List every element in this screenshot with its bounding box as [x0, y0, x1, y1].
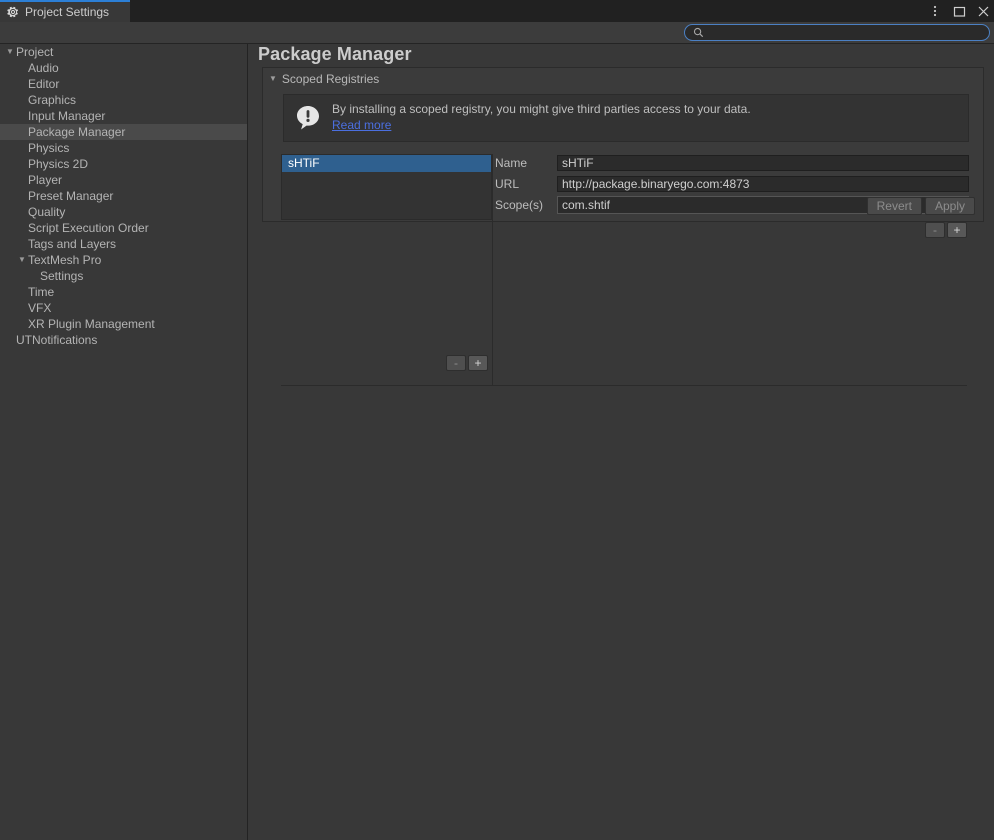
field-label-url: URL — [495, 177, 520, 191]
chevron-down-icon: ▼ — [269, 74, 277, 83]
scoped-registries-section: ▼ Scoped Registries By installing a scop… — [262, 67, 984, 386]
registry-url-input[interactable] — [557, 176, 969, 192]
sidebar-item-vfx[interactable]: VFX — [0, 300, 247, 316]
tab-label: Project Settings — [25, 5, 110, 19]
sidebar-item-preset-manager[interactable]: Preset Manager — [0, 188, 247, 204]
search-box[interactable] — [684, 24, 990, 41]
scoped-registry-warning: By installing a scoped registry, you mig… — [283, 94, 969, 142]
scope-remove-button[interactable]: - — [925, 222, 945, 238]
project-settings-window: Project Settings ▼ Project Audio Editor … — [0, 0, 994, 840]
field-row-url: URL — [495, 175, 969, 193]
registry-list-remove-button[interactable]: - — [446, 355, 466, 371]
registry-list-item[interactable]: sHTiF — [282, 155, 491, 172]
sidebar-item-physics[interactable]: Physics — [0, 140, 247, 156]
sidebar-item-label: Physics 2D — [28, 157, 89, 171]
settings-tree: ▼ Project Audio Editor Graphics Input Manager… — [0, 44, 247, 348]
sidebar-item-label: Settings — [40, 269, 84, 283]
window-tabbar: Project Settings — [0, 0, 994, 22]
sidebar-item-settings[interactable]: Settings — [0, 268, 247, 284]
sidebar-item-input-manager[interactable]: Input Manager — [0, 108, 247, 124]
sidebar-item-label: Project — [16, 45, 54, 59]
panel-divider — [492, 154, 493, 386]
chevron-down-icon[interactable]: ▼ — [4, 44, 16, 60]
registry-list[interactable]: sHTiF — [281, 154, 492, 220]
apply-button[interactable]: Apply — [924, 197, 975, 215]
warning-exclamation-icon — [294, 104, 322, 132]
sidebar-item-label: Package Manager — [28, 125, 126, 139]
sidebar-item-textmesh-pro[interactable]: ▼ TextMesh Pro — [0, 252, 247, 268]
sidebar-item-label: TextMesh Pro — [28, 253, 102, 267]
tab-project-settings[interactable]: Project Settings — [0, 0, 130, 22]
registry-scope-buttonbar: - + — [925, 222, 967, 238]
sidebar-item-package-manager[interactable]: Package Manager — [0, 124, 247, 140]
settings-sidebar[interactable]: ▼ Project Audio Editor Graphics Input Manager… — [0, 44, 248, 840]
search-icon — [693, 27, 704, 38]
panel-bottom-line — [281, 385, 967, 386]
registry-name-input[interactable] — [557, 155, 969, 171]
sidebar-item-script-execution-order[interactable]: Script Execution Order — [0, 220, 247, 236]
scoped-registries-label: Scoped Registries — [281, 72, 380, 86]
warning-text: By installing a scoped registry, you mig… — [332, 102, 751, 116]
sidebar-item-label: Physics — [28, 141, 70, 155]
page-title: Package Manager — [258, 44, 412, 64]
sidebar-item-label: Time — [28, 285, 55, 299]
sidebar-item-label: Editor — [28, 77, 60, 91]
sidebar-item-label: Script Execution Order — [28, 221, 149, 235]
gear-icon — [7, 6, 19, 18]
sidebar-item-tags-and-layers[interactable]: Tags and Layers — [0, 236, 247, 252]
chevron-down-icon[interactable]: ▼ — [16, 252, 28, 268]
sidebar-item-label: XR Plugin Management — [28, 317, 155, 331]
sidebar-item-project[interactable]: ▼ Project — [0, 44, 247, 60]
field-label-scopes: Scope(s) — [495, 198, 544, 212]
sidebar-item-graphics[interactable]: Graphics — [0, 92, 247, 108]
search-input[interactable] — [704, 25, 981, 40]
sidebar-item-utnotifications[interactable]: UTNotifications — [0, 332, 247, 348]
sidebar-item-label: Input Manager — [28, 109, 106, 123]
sidebar-item-label: Graphics — [28, 93, 77, 107]
sidebar-item-time[interactable]: Time — [0, 284, 247, 300]
revert-button[interactable]: Revert — [866, 197, 922, 215]
sidebar-item-label: Quality — [28, 205, 66, 219]
sidebar-item-label: Preset Manager — [28, 189, 114, 203]
sidebar-item-label: Player — [28, 173, 63, 187]
scoped-registries-foldout[interactable]: ▼ Scoped Registries — [269, 72, 379, 86]
registry-footer-buttons: Revert Apply — [866, 197, 975, 215]
registry-list-items: sHTiF — [282, 155, 491, 172]
sidebar-item-label: VFX — [28, 301, 52, 315]
registry-list-add-button[interactable]: + — [468, 355, 488, 371]
sidebar-item-label: Tags and Layers — [28, 237, 117, 251]
sidebar-item-audio[interactable]: Audio — [0, 60, 247, 76]
kebab-menu-icon[interactable] — [928, 4, 942, 18]
sidebar-item-label: UTNotifications — [16, 333, 98, 347]
sidebar-item-quality[interactable]: Quality — [0, 204, 247, 220]
settings-toolbar — [0, 22, 994, 44]
field-label-name: Name — [495, 156, 528, 170]
sidebar-item-physics-2d[interactable]: Physics 2D — [0, 156, 247, 172]
registry-list-buttonbar: - + — [281, 354, 492, 374]
field-row-name: Name — [495, 154, 969, 172]
close-icon[interactable] — [976, 4, 990, 18]
sidebar-item-label: Audio — [28, 61, 59, 75]
sidebar-item-xr-plugin-management[interactable]: XR Plugin Management — [0, 316, 247, 332]
read-more-link[interactable]: Read more — [332, 117, 391, 133]
sidebar-item-player[interactable]: Player — [0, 172, 247, 188]
sidebar-item-editor[interactable]: Editor — [0, 76, 247, 92]
scope-add-button[interactable]: + — [947, 222, 967, 238]
window-controls — [928, 0, 990, 22]
settings-main-panel: Package Manager ▼ Scoped Registries By i… — [249, 44, 994, 840]
maximize-icon[interactable] — [952, 4, 966, 18]
